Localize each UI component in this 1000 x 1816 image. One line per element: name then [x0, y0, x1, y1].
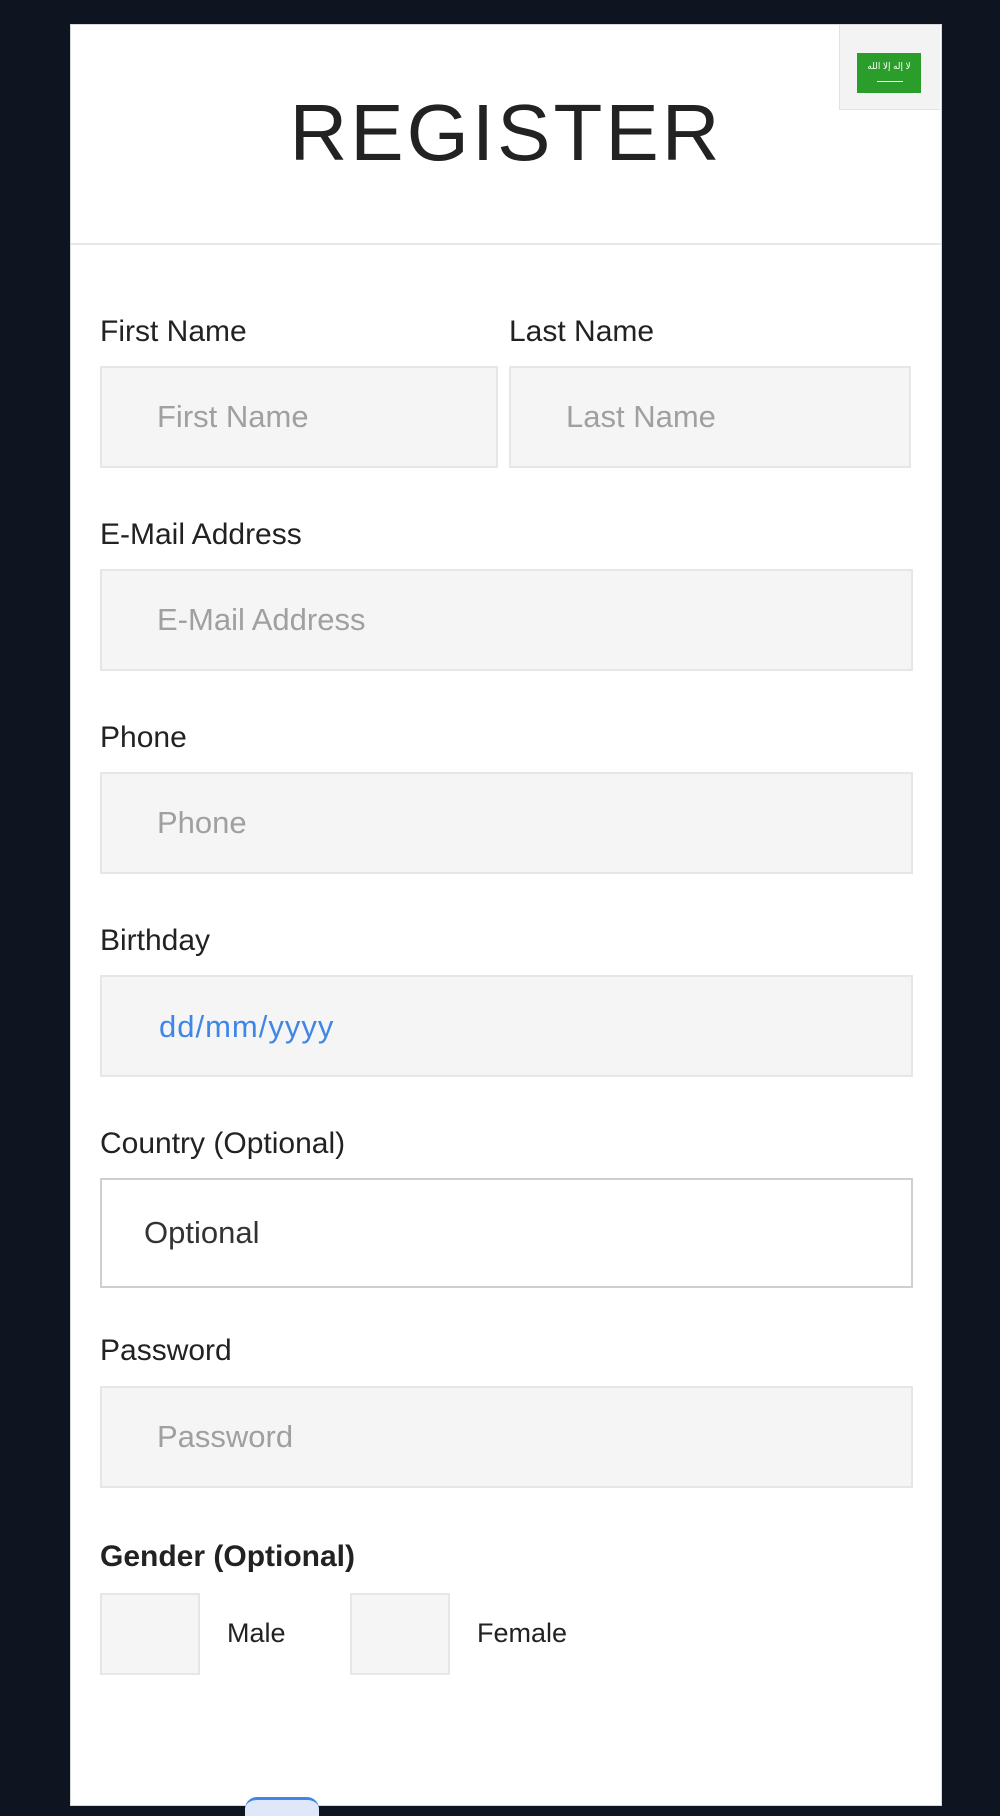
country-select-value: Optional	[144, 1215, 260, 1250]
password-field[interactable]	[100, 1386, 913, 1488]
phone-field[interactable]	[100, 772, 913, 874]
password-input[interactable]	[102, 1388, 911, 1486]
flag-script: ﻻ ﺇﻟﻪ ﺇﻻ ﺍﻟﻠﻪ	[867, 61, 911, 71]
flag-sword	[877, 81, 903, 82]
country-label: Country (Optional)	[100, 1127, 346, 1160]
gender-male-label: Male	[227, 1618, 286, 1648]
email-label: E-Mail Address	[100, 518, 302, 551]
gender-label: Gender (Optional)	[100, 1540, 355, 1573]
phone-label: Phone	[100, 721, 187, 754]
phone-input[interactable]	[102, 774, 911, 872]
password-label: Password	[100, 1334, 232, 1367]
page-background: REGISTER ﻻ ﺇﻟﻪ ﺇﻻ ﺍﻟﻠﻪ First Name Last N…	[0, 0, 1000, 1816]
birthday-label: Birthday	[100, 924, 211, 957]
card-header: REGISTER ﻻ ﺇﻟﻪ ﺇﻻ ﺍﻟﻠﻪ	[71, 25, 941, 245]
register-card: REGISTER ﻻ ﺇﻟﻪ ﺇﻻ ﺍﻟﻠﻪ First Name Last N…	[70, 24, 942, 1816]
first-name-input[interactable]	[102, 368, 496, 466]
gender-female-checkbox[interactable]	[350, 1593, 450, 1675]
first-name-label: First Name	[100, 315, 247, 348]
page-title: REGISTER	[289, 88, 723, 177]
email-field[interactable]	[100, 569, 913, 671]
last-name-input[interactable]	[511, 368, 909, 466]
saudi-flag-icon[interactable]: ﻻ ﺇﻟﻪ ﺇﻻ ﺍﻟﻠﻪ	[857, 53, 921, 93]
country-select[interactable]: Optional	[100, 1178, 913, 1288]
birthday-field[interactable]: dd/mm/yyyy	[100, 975, 913, 1077]
last-name-field[interactable]	[509, 366, 911, 468]
gender-male-checkbox[interactable]	[100, 1593, 200, 1675]
first-name-field[interactable]	[100, 366, 498, 468]
toggle-switch[interactable]	[245, 1797, 319, 1816]
email-input[interactable]	[102, 571, 911, 669]
birthday-date-placeholder: dd/mm/yyyy	[159, 1009, 335, 1044]
last-name-label: Last Name	[509, 315, 655, 348]
gender-female-label: Female	[477, 1618, 568, 1648]
